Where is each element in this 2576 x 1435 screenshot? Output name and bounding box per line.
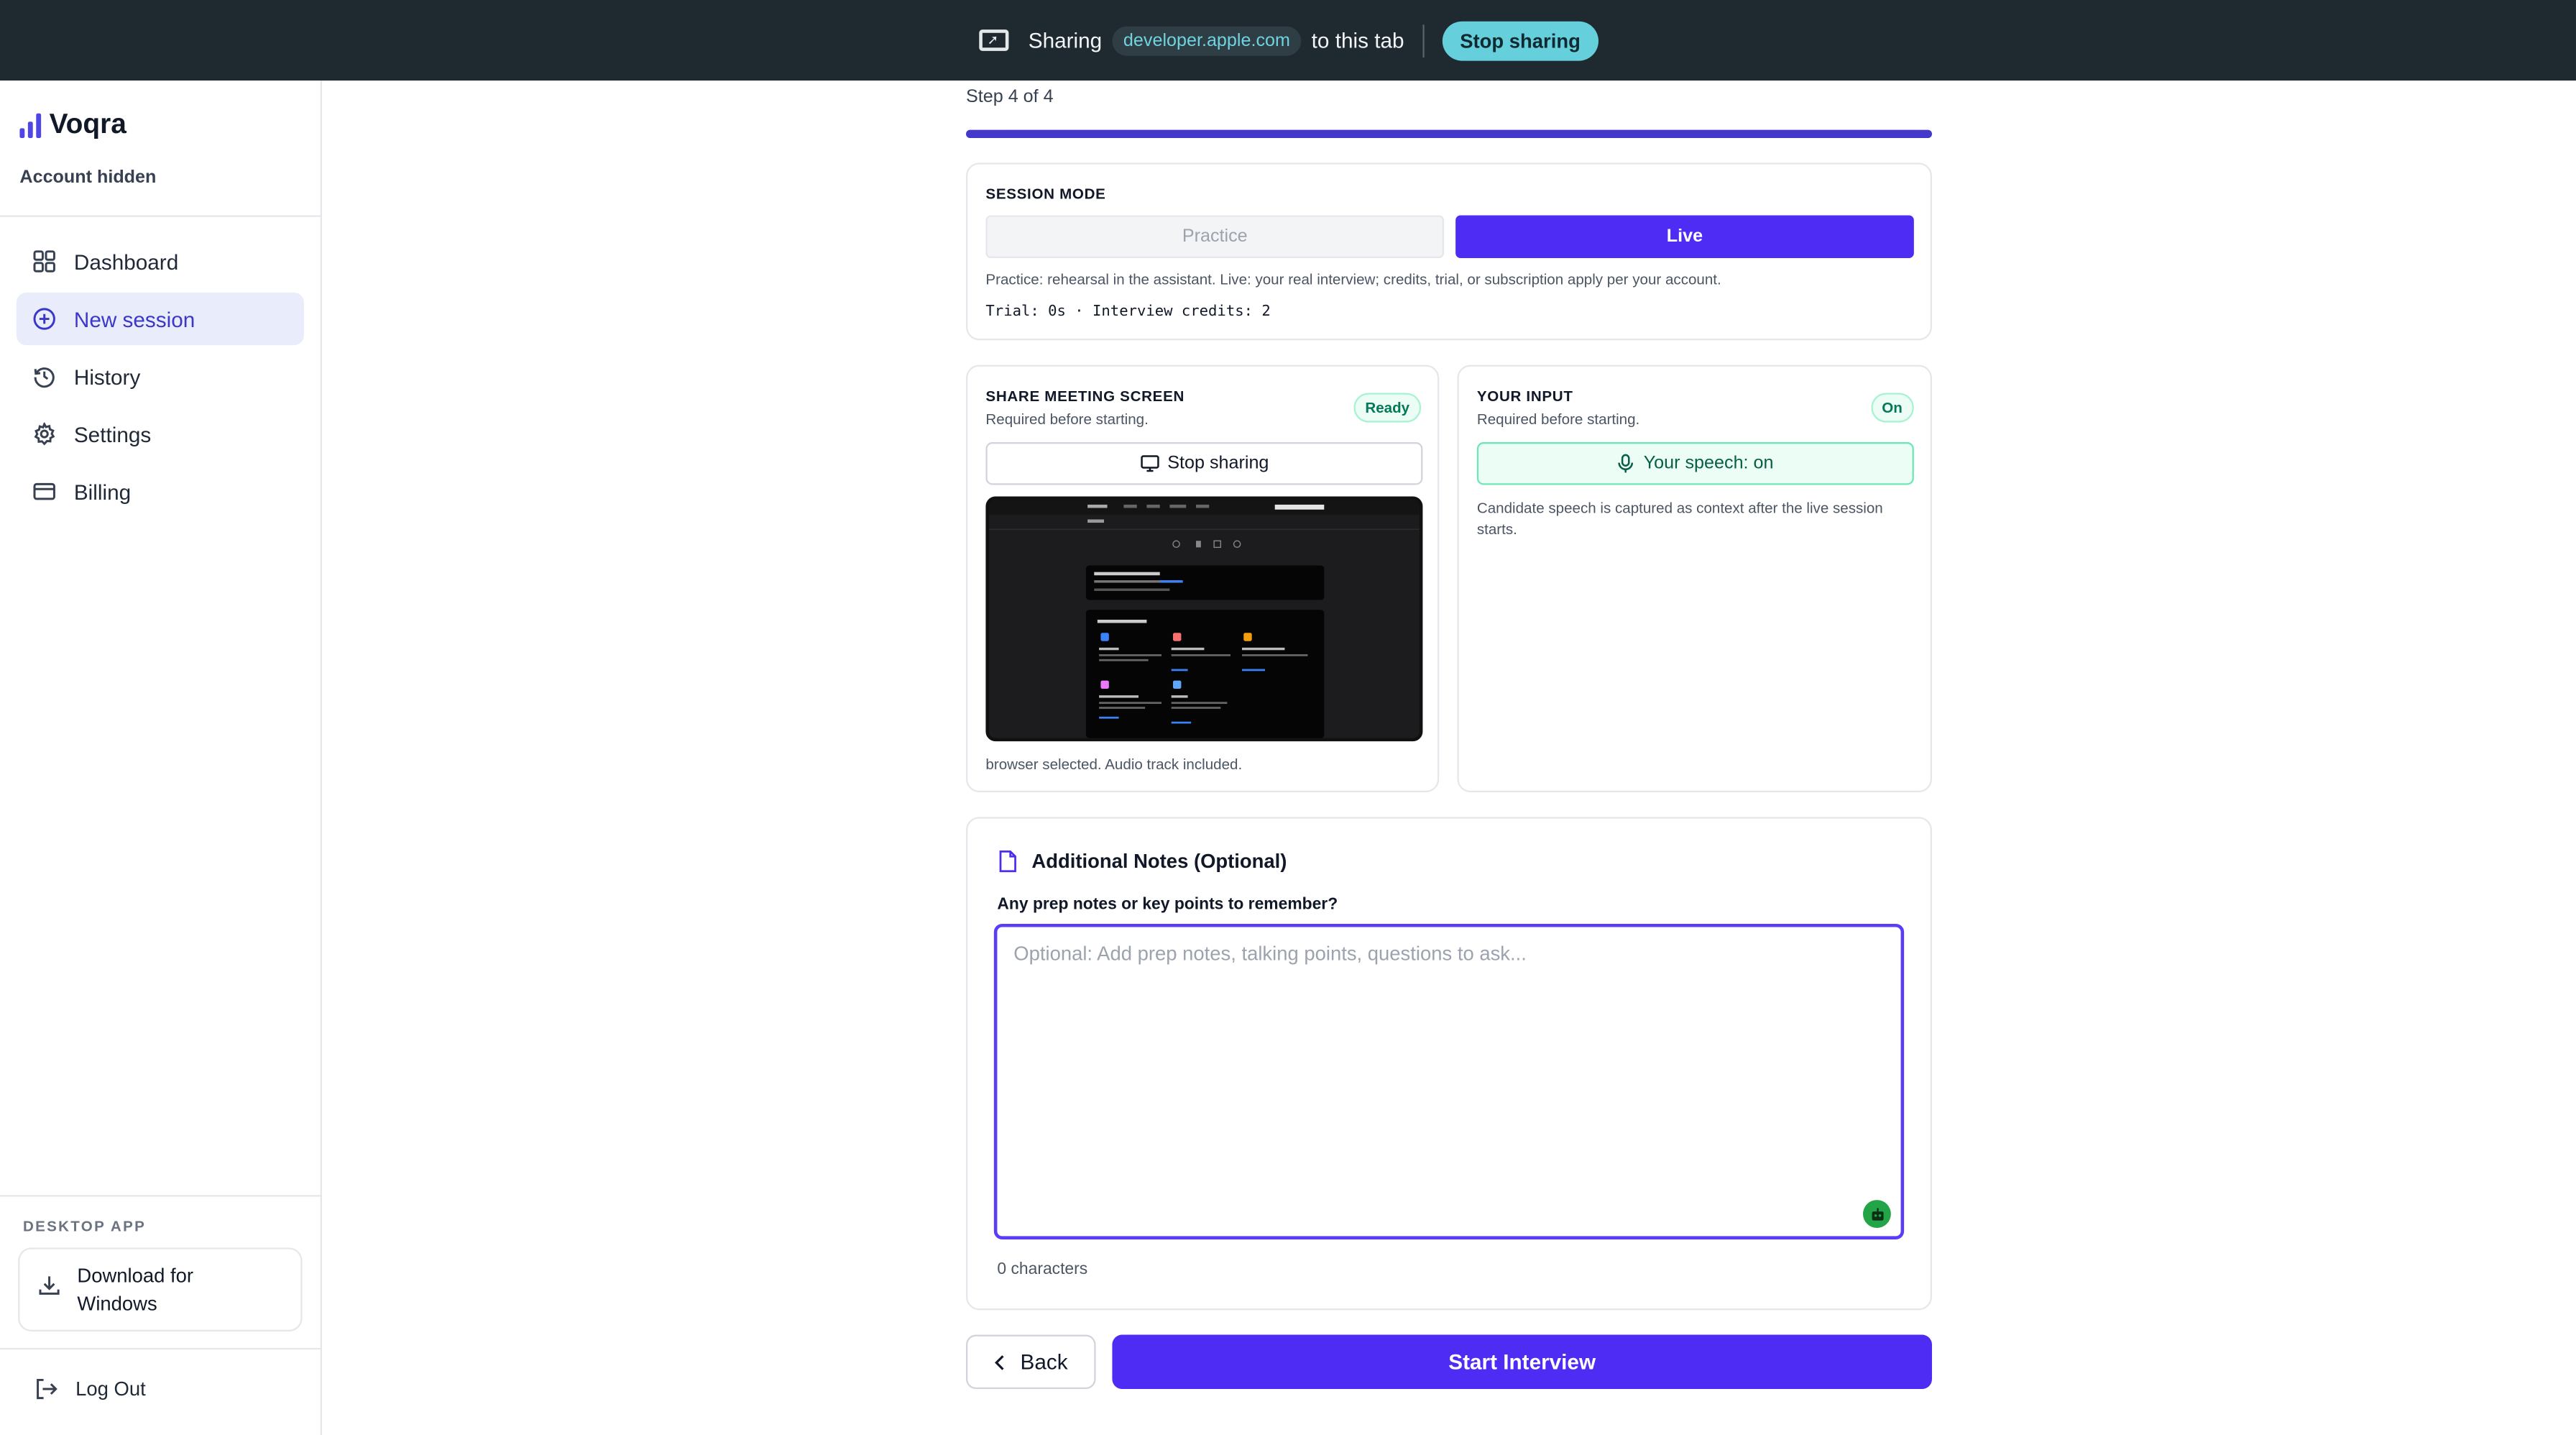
screen-share-preview <box>985 496 1423 742</box>
assistant-bot-icon[interactable] <box>1862 1200 1891 1228</box>
your-speech-toggle[interactable]: Your speech: on <box>1476 442 1914 485</box>
progress-fill <box>965 129 1932 139</box>
monitor-icon <box>1139 454 1159 473</box>
notes-question: Any prep notes or key points to remember… <box>997 896 1338 914</box>
shared-screen-thumbnail <box>988 500 1420 738</box>
microphone-icon <box>1617 454 1635 473</box>
sidebar-item-settings[interactable]: Settings <box>17 408 304 460</box>
back-button[interactable]: Back <box>965 1334 1096 1390</box>
trial-credits: Trial: 0s · Interview credits: 2 <box>985 303 1271 321</box>
on-badge: On <box>1870 393 1914 423</box>
sidebar-item-label: Dashboard <box>73 249 179 274</box>
chevron-left-icon <box>994 1354 1006 1370</box>
logout-label: Log Out <box>75 1377 146 1401</box>
app-root: ➚ Sharing developer.apple.com to this ta… <box>0 0 2576 1435</box>
sidebar-item-history[interactable]: History <box>17 350 304 403</box>
account-label: Account hidden <box>19 168 157 188</box>
sidebar: Voqra Account hidden Dashboard New sessi… <box>0 81 322 1435</box>
start-interview-button[interactable]: Start Interview <box>1112 1334 1932 1390</box>
logout-button[interactable]: Log Out <box>34 1377 146 1400</box>
session-mode-title: SESSION MODE <box>985 185 1106 203</box>
session-mode-card: SESSION MODE Practice Live Practice: reh… <box>965 162 1932 341</box>
share-screen-subtitle: Required before starting. <box>985 411 1149 428</box>
sidebar-item-dashboard[interactable]: Dashboard <box>17 235 304 288</box>
logo-bars-icon <box>19 112 42 137</box>
your-input-note: Candidate speech is captured as context … <box>1476 500 1883 538</box>
stop-sharing-screen-button[interactable]: Stop sharing <box>985 442 1423 485</box>
card-icon <box>33 480 56 503</box>
your-speech-label: Your speech: on <box>1643 454 1774 474</box>
download-label: Download for Windows <box>77 1263 194 1314</box>
progress-bar <box>965 129 1932 139</box>
back-label: Back <box>1020 1349 1068 1375</box>
document-icon <box>997 850 1018 873</box>
desktop-app-label: DESKTOP APP <box>22 1218 147 1235</box>
plus-circle-icon <box>33 308 56 331</box>
shared-domain: developer.apple.com <box>1111 25 1302 55</box>
ready-badge: Ready <box>1353 393 1422 423</box>
session-mode-description: Practice: rehearsal in the assistant. Li… <box>985 271 1721 288</box>
share-screen-card: SHARE MEETING SCREEN Required before sta… <box>965 365 1440 793</box>
additional-notes-card: Additional Notes (Optional) Any prep not… <box>965 817 1932 1311</box>
sidebar-nav: Dashboard New session History Settings B… <box>16 235 304 523</box>
step-indicator: Step 4 of 4 <box>965 87 1054 107</box>
sidebar-item-label: Billing <box>73 479 132 504</box>
screen-share-bar: ➚ Sharing developer.apple.com to this ta… <box>0 0 2576 81</box>
logo[interactable]: Voqra <box>19 109 126 142</box>
sidebar-item-label: Settings <box>73 421 152 446</box>
history-icon <box>33 365 56 388</box>
practice-mode-button[interactable]: Practice <box>985 215 1445 258</box>
sidebar-divider <box>0 1195 322 1197</box>
share-screen-footnote: browser selected. Audio track included. <box>985 756 1243 773</box>
download-windows-button[interactable]: Download for Windows <box>18 1247 303 1331</box>
download-icon <box>38 1274 61 1305</box>
notes-header: Additional Notes (Optional) <box>997 850 1287 873</box>
share-suffix: to this tab <box>1311 27 1404 53</box>
notes-textarea[interactable] <box>993 923 1905 1239</box>
logout-icon <box>34 1377 58 1400</box>
your-input-subtitle: Required before starting. <box>1476 411 1640 428</box>
your-input-card: YOUR INPUT Required before starting. On … <box>1457 365 1932 793</box>
sidebar-item-new-session[interactable]: New session <box>16 292 304 346</box>
share-screen-title: SHARE MEETING SCREEN <box>985 388 1185 405</box>
share-divider <box>1422 24 1424 57</box>
notes-title: Additional Notes (Optional) <box>1031 850 1287 874</box>
your-input-title: YOUR INPUT <box>1476 388 1573 405</box>
stop-sharing-label: Stop sharing <box>1167 454 1269 474</box>
sidebar-divider <box>0 215 322 217</box>
share-prefix: Sharing <box>1028 27 1103 53</box>
stop-sharing-button[interactable]: Stop sharing <box>1442 20 1599 60</box>
brand-name: Voqra <box>49 108 126 140</box>
sidebar-item-label: History <box>73 364 141 389</box>
gear-icon <box>33 421 56 446</box>
live-mode-button[interactable]: Live <box>1455 215 1914 258</box>
sidebar-divider <box>0 1347 322 1350</box>
sidebar-item-billing[interactable]: Billing <box>17 465 304 518</box>
sidebar-item-label: New session <box>73 306 196 331</box>
character-count: 0 characters <box>997 1260 1088 1279</box>
screen-share-icon: ➚ <box>978 27 1011 54</box>
grid-icon <box>33 250 56 273</box>
